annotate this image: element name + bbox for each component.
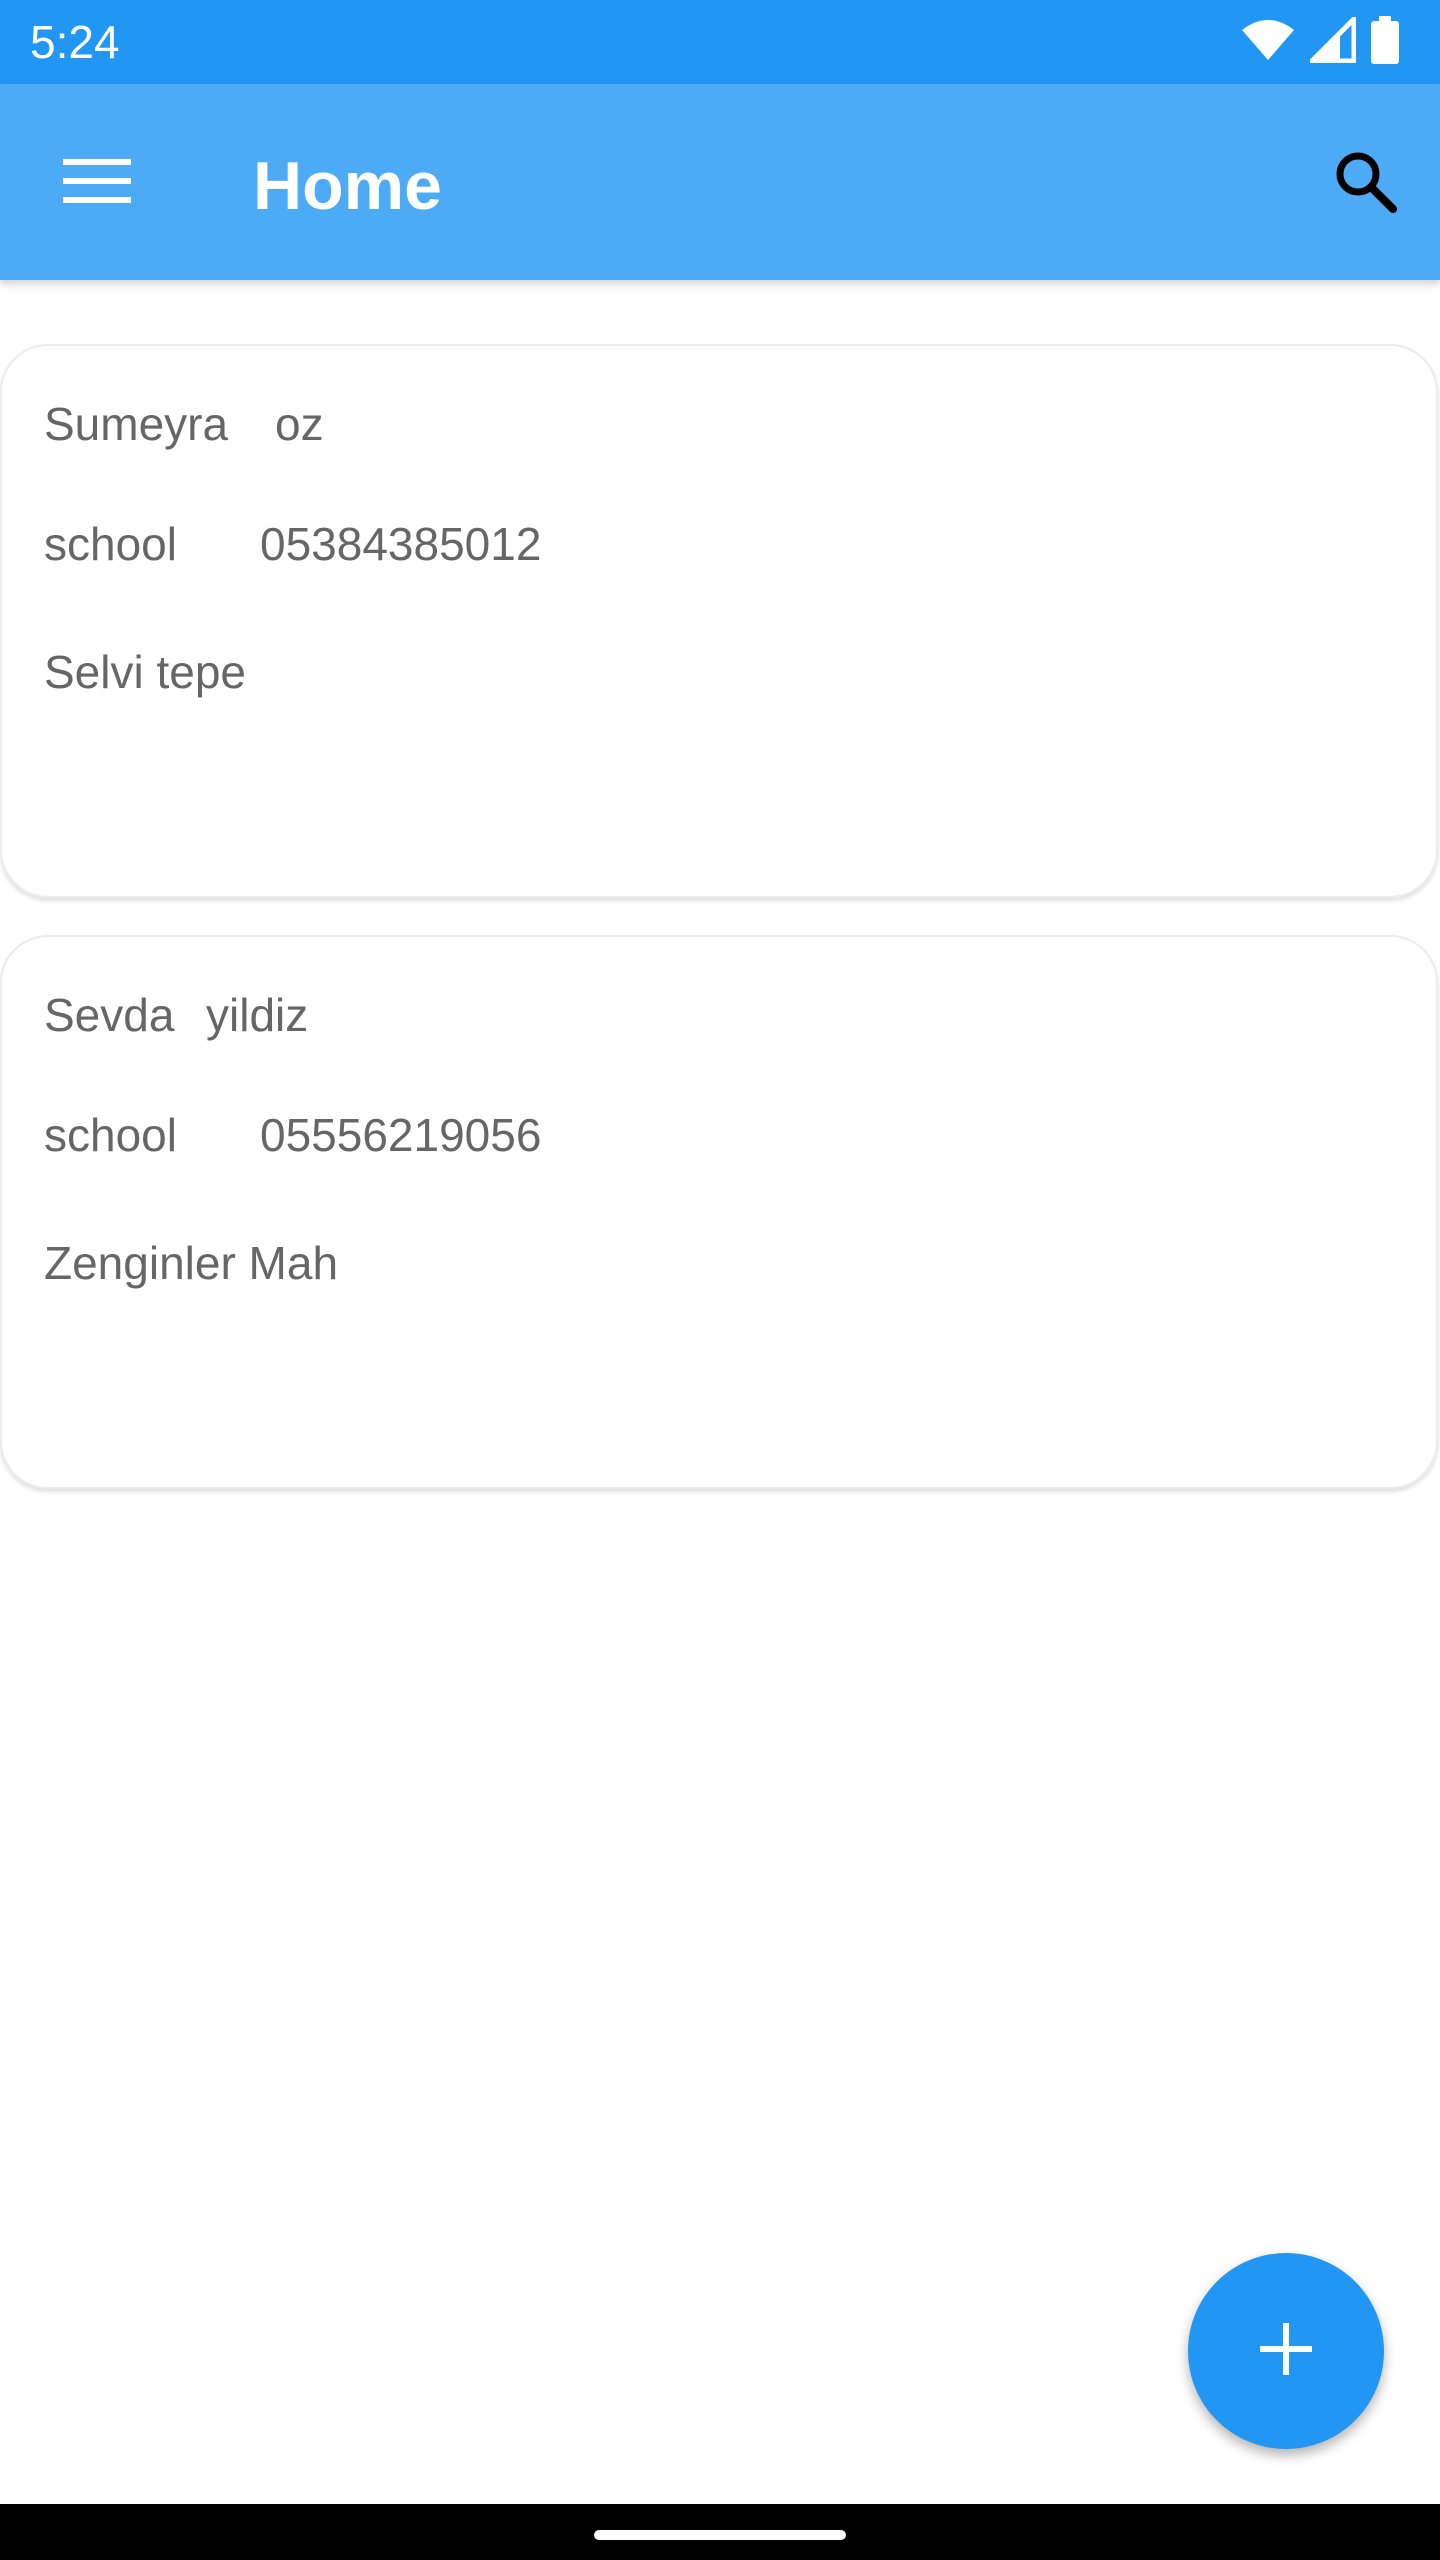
contact-address: Selvi tepe (44, 646, 247, 698)
app-bar: Home (0, 84, 1440, 280)
add-contact-button[interactable] (1188, 2253, 1384, 2449)
contact-phone: 05384385012 (260, 518, 542, 570)
contact-last-name: oz (275, 398, 324, 450)
status-time: 5:24 (30, 16, 120, 68)
navigation-bar (0, 2504, 1440, 2560)
contact-card[interactable]: Sumeyra oz school 05384385012 Selvi tepe (0, 344, 1438, 898)
page-title: Home (253, 148, 442, 224)
wifi-icon (1240, 18, 1296, 67)
search-button[interactable] (1318, 136, 1414, 232)
contact-category: school (44, 518, 177, 570)
contact-address: Zenginler Mah (44, 1237, 339, 1289)
contact-card[interactable]: Sevda yildiz school 05556219056 Zenginle… (0, 935, 1438, 1489)
contact-first-name: Sumeyra (44, 398, 229, 450)
contact-first-name: Sevda (44, 989, 175, 1041)
battery-icon (1370, 15, 1400, 69)
search-icon (1333, 149, 1399, 220)
status-bar: 5:24 (0, 0, 1440, 84)
contact-phone: 05556219056 (260, 1109, 542, 1161)
menu-button[interactable] (44, 138, 150, 228)
contact-category: school (44, 1109, 177, 1161)
menu-icon (63, 157, 131, 210)
home-gesture-handle[interactable] (594, 2530, 846, 2540)
plus-icon (1258, 2321, 1314, 2382)
status-icons (1240, 15, 1400, 69)
signal-icon (1309, 16, 1357, 68)
contact-last-name: yildiz (206, 989, 309, 1041)
